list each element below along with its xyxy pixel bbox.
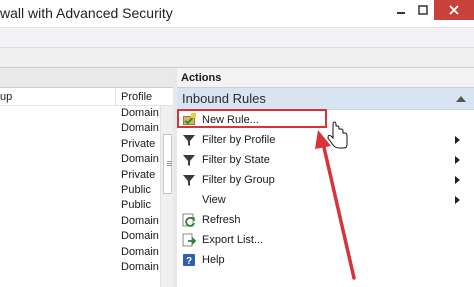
filter-icon [183,135,195,146]
submenu-arrow-icon [455,156,460,164]
submenu-arrow-icon [455,136,460,144]
profile-cell: Domain [121,153,159,166]
grip-line [167,163,172,164]
action-refresh[interactable]: Refresh [177,210,474,230]
table-row[interactable]: Domain [0,229,160,244]
profile-cell: Private [121,168,156,181]
table-row[interactable]: Domain [0,214,160,229]
title-bar: wall with Advanced Security [0,0,474,28]
column-header-group[interactable]: up [0,91,12,103]
table-row[interactable]: Private [0,137,160,152]
action-label: Filter by State [202,154,270,166]
filter-icon [183,175,195,186]
section-title: Inbound Rules [182,91,266,106]
table-row[interactable]: Domain [0,106,160,121]
new-rule-highlight [177,109,327,128]
profile-cell: Domain [121,107,159,119]
close-button[interactable] [434,0,474,20]
table-row[interactable]: Public [0,183,160,198]
minimize-icon [397,12,405,14]
action-filter-by-state[interactable]: Filter by State [177,150,474,170]
column-divider[interactable] [115,88,116,106]
action-view[interactable]: View [177,190,474,210]
grip-line [167,161,172,162]
submenu-arrow-icon [455,176,460,184]
action-help[interactable]: ? Help [177,250,474,270]
svg-text:?: ? [186,256,192,267]
action-export-list[interactable]: Export List... [177,230,474,250]
action-label: View [202,194,226,206]
submenu-arrow-icon [455,196,460,204]
filter-icon [183,155,195,166]
profile-cell: Private [121,137,156,150]
grip-line [167,165,172,166]
table-row[interactable]: Domain [0,121,160,136]
menu-bar [0,28,474,48]
close-icon [449,5,459,15]
actions-header: Actions [177,68,474,88]
rules-list-pane: up Profile Domain Domain Private Domain … [0,68,173,287]
action-filter-by-profile[interactable]: Filter by Profile [177,130,474,150]
list-pane-header [0,68,173,88]
restore-icon [418,5,428,15]
table-row[interactable]: Domain [0,260,160,275]
export-list-icon [182,233,196,247]
actions-pane: Actions Inbound Rules New Rule... Filter… [177,68,474,287]
profile-cell: Public [121,199,151,212]
profile-cell: Domain [121,245,159,258]
collapse-icon[interactable] [456,96,466,102]
profile-cell: Domain [121,214,159,227]
action-label: Filter by Profile [202,134,276,146]
toolbar [0,48,474,68]
table-row[interactable]: Private [0,168,160,183]
action-label: Filter by Group [202,174,275,186]
action-label: Refresh [202,214,241,226]
help-icon: ? [183,254,195,267]
refresh-icon [182,213,195,227]
action-label: Export List... [202,234,264,246]
vertical-scrollbar[interactable] [160,106,173,287]
window-controls [390,0,474,24]
profile-cell: Public [121,183,151,196]
profile-cell: Domain [121,260,159,273]
profile-cell: Domain [121,230,159,243]
restore-button[interactable] [412,0,434,20]
window-title: wall with Advanced Security [0,5,173,21]
table-row[interactable]: Domain [0,152,160,167]
table-row[interactable]: Public [0,198,160,213]
action-filter-by-group[interactable]: Filter by Group [177,170,474,190]
inbound-rules-section[interactable]: Inbound Rules [177,88,474,110]
column-headers: up Profile [0,88,173,106]
table-row[interactable]: Domain [0,245,160,260]
profile-cell: Domain [121,122,159,135]
column-header-profile[interactable]: Profile [121,91,152,103]
scrollbar-thumb[interactable] [163,134,172,194]
minimize-button[interactable] [390,0,412,20]
action-label: Help [202,254,225,266]
rules-list: Domain Domain Private Domain Private Pub… [0,106,160,275]
